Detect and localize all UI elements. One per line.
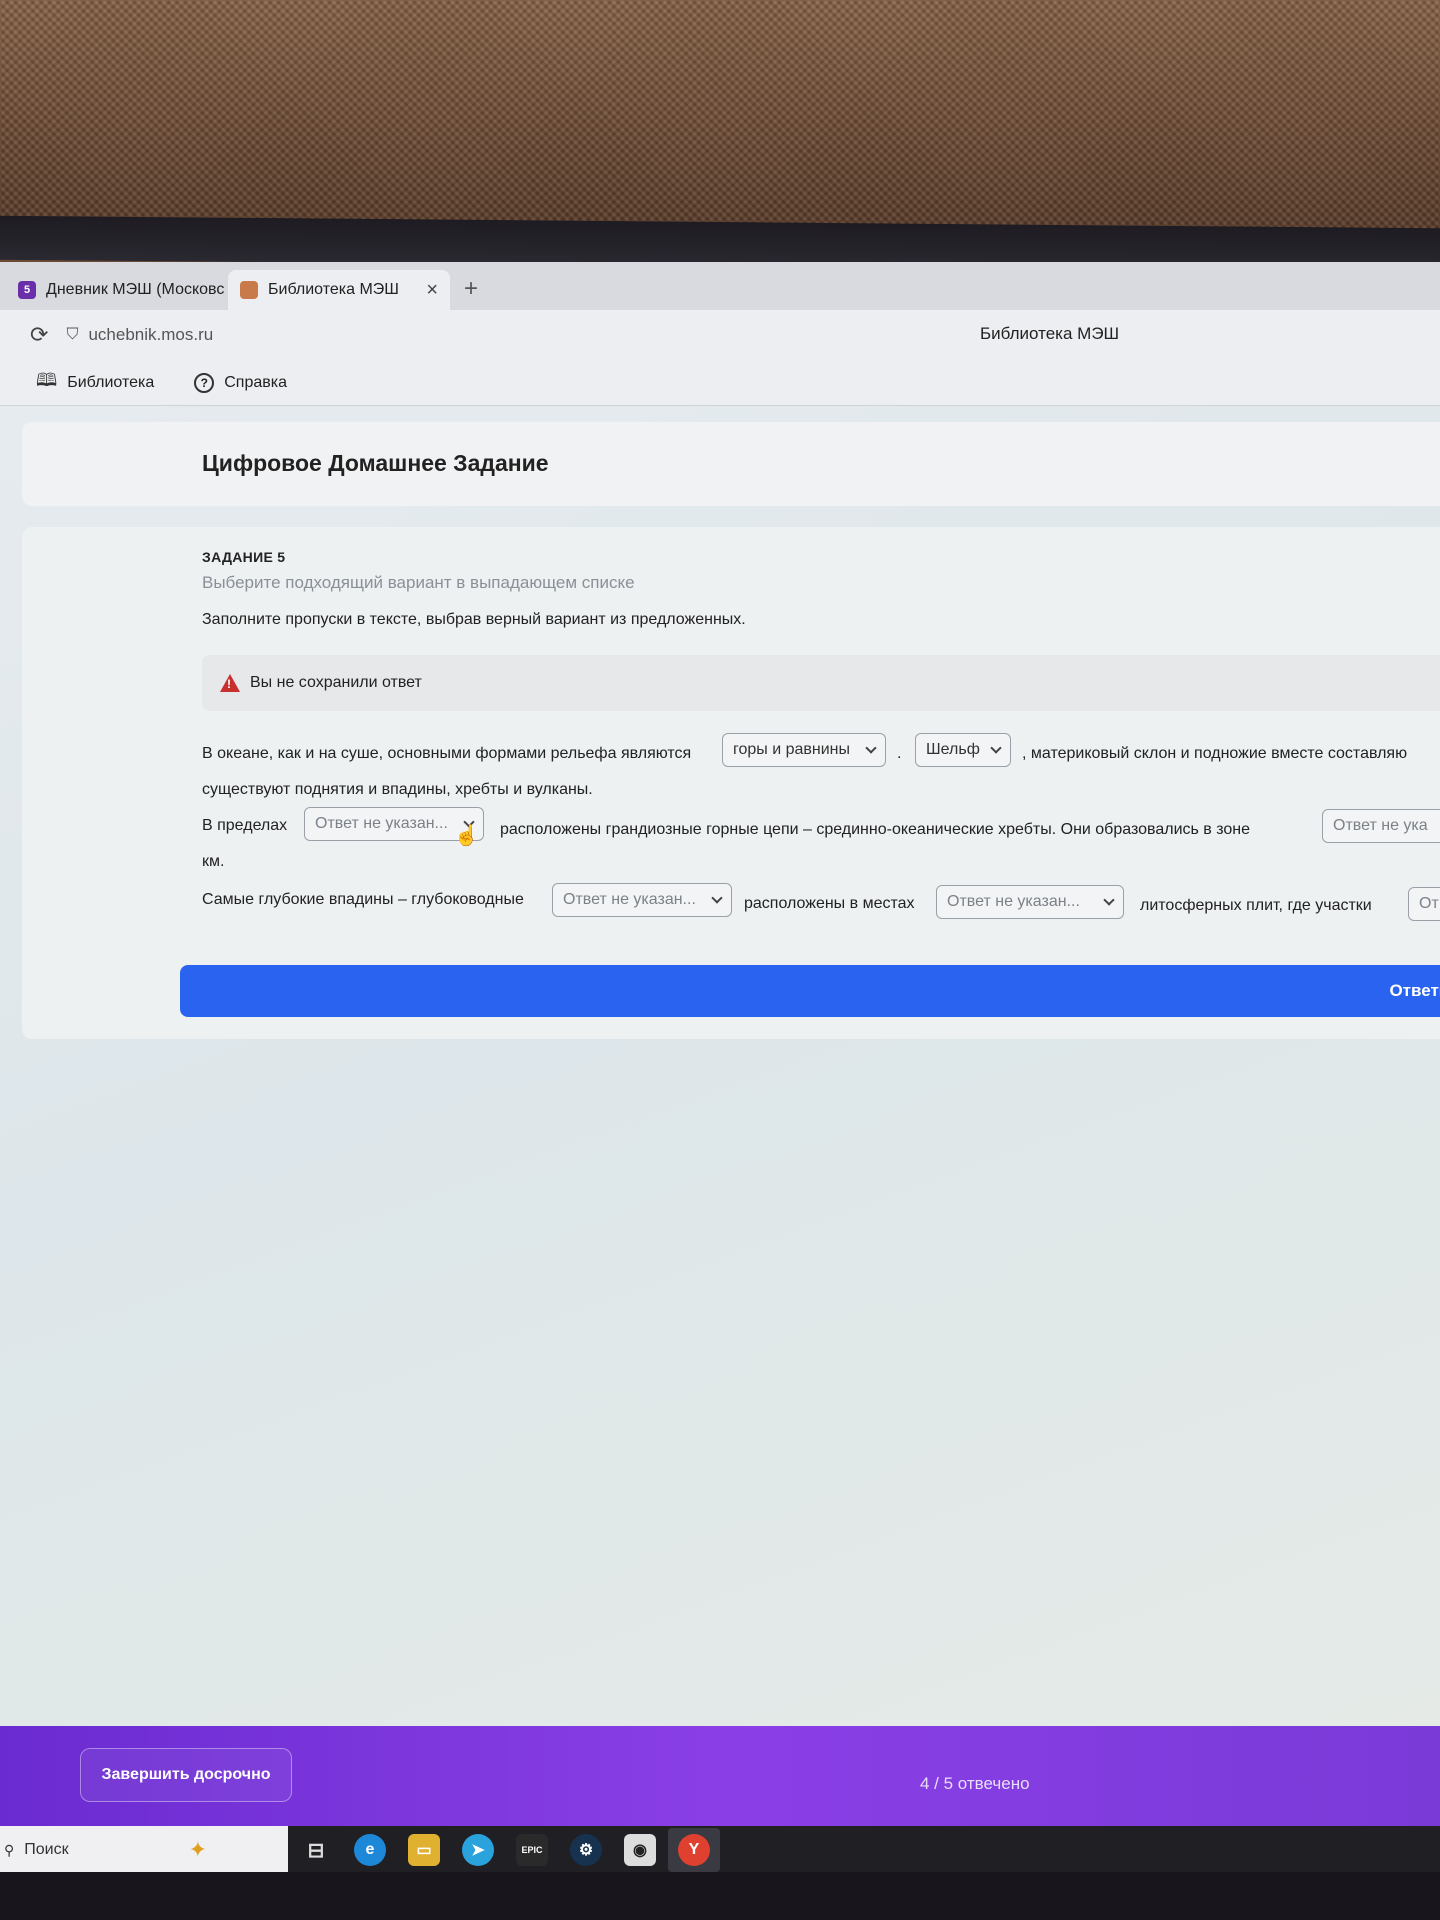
app-icon[interactable]: ◉ [624,1834,656,1866]
windows-taskbar: ⚲ Поиск ✦ ⊟ e ▭ ➤ EPIC ⚙ ◉ Y [0,1826,1440,1874]
help-icon: ? [194,372,215,393]
task-number: ЗАДАНИЕ 5 [202,549,286,565]
warning-text: Вы не сохранили ответ [250,674,422,691]
browser-tab-bar: 5 Дневник МЭШ (Московс Библиотека МЭШ × … [0,262,1440,310]
hand-cursor-icon: ☝ [454,825,479,847]
sentence-1-end: , материковый склон и подножие вместе со… [1022,745,1408,762]
task-view-icon[interactable]: ⊟ [300,1834,332,1866]
sentence-5-start: Самые глубокие впадины – глубоководные [202,891,524,908]
sentence-1-start: В океане, как и на суше, основными форма… [202,745,692,762]
sentence-4: км. [202,853,225,870]
tab-library[interactable]: Библиотека МЭШ × [228,270,450,310]
copilot-sparkle-icon: ✦ [188,1837,208,1862]
dropdown-7[interactable]: От [1408,887,1440,921]
screen: 5 Дневник МЭШ (Московс Библиотека МЭШ × … [0,262,1440,1874]
edge-icon[interactable]: e [354,1834,386,1866]
close-tab-icon[interactable]: × [426,279,438,302]
monitor-bezel-bottom [0,1872,1440,1920]
sentence-5-end: литосферных плит, где участки [1140,897,1372,914]
steam-icon[interactable]: ⚙ [570,1834,602,1866]
dropdown-5-value: Ответ не указан... [563,891,696,908]
shield-icon: ⛉ [66,326,79,343]
chevron-down-icon [865,742,877,754]
answer-button-label: Ответить [1389,981,1440,1000]
file-explorer-icon[interactable]: ▭ [408,1834,440,1866]
dropdown-5[interactable]: Ответ не указан... [552,883,732,917]
task-card: ЗАДАНИЕ 5 Выберите подходящий вариант в … [22,527,1440,1039]
url-text: uchebnik.mos.ru [88,325,214,344]
sentence-5-mid: расположены в местах [744,895,915,912]
dropdown-1-value: горы и равнины [733,741,851,758]
dropdown-7-value: От [1419,895,1439,912]
warning-icon [220,674,240,692]
dropdown-2-value: Шельф [926,741,980,758]
book-icon: 🕮 [36,369,58,390]
dropdown-6-value: Ответ не указан... [947,893,1080,910]
answer-button[interactable]: Ответить [180,965,1440,1017]
task-hint: Выберите подходящий вариант в выпадающем… [202,573,635,592]
telegram-icon[interactable]: ➤ [462,1834,494,1866]
bookmark-library-label: Библиотека [67,373,155,391]
dropdown-1[interactable]: горы и равнины [722,733,886,767]
chevron-down-icon [711,892,723,904]
dropdown-3-value: Ответ не указан... [315,815,448,832]
taskbar-search[interactable]: ⚲ Поиск ✦ [0,1826,288,1874]
tab-diary-label: Дневник МЭШ (Московс [46,281,225,298]
bookmark-help[interactable]: ? Справка [194,372,287,393]
dropdown-6[interactable]: Ответ не указан... [936,885,1124,919]
unsaved-warning: Вы не сохранили ответ [202,655,1440,711]
dropdown-2[interactable]: Шельф [915,733,1011,767]
mesh-favicon-icon: 5 [18,281,36,299]
chevron-down-icon [1103,894,1115,906]
header-card: Цифровое Домашнее Задание [22,422,1440,506]
page-title: Цифровое Домашнее Задание [202,450,549,476]
sentence-3-start: В пределах [202,817,288,834]
sentence-3-mid: расположены грандиозные горные цепи – ср… [500,821,1251,838]
dropdown-4[interactable]: Ответ не ука [1322,809,1440,843]
progress-counter: 4 / 5 отвечено [920,1774,1030,1793]
address-bar: ⟳ ⛉ uchebnik.mos.ru Библиотека МЭШ [0,310,1440,360]
finish-early-button[interactable]: Завершить досрочно [80,1748,292,1802]
separator-dot: . [897,745,902,762]
taskbar-search-label: Поиск [24,1841,69,1858]
reload-icon[interactable]: ⟳ [30,322,48,348]
bookmarks-bar: 🕮 Библиотека ? Справка [0,360,1440,406]
window-title: Библиотека МЭШ [980,324,1120,343]
background-fabric [0,0,1440,235]
bookmark-library[interactable]: 🕮 Библиотека [36,368,154,398]
url-field[interactable]: ⛉ uchebnik.mos.ru [66,325,213,345]
yandex-browser-icon[interactable]: Y [678,1834,710,1866]
epic-games-icon[interactable]: EPIC [516,1834,548,1866]
chevron-down-icon [990,742,1002,754]
new-tab-button[interactable]: + [456,274,486,304]
search-icon: ⚲ [4,1841,15,1858]
tab-library-label: Библиотека МЭШ [268,281,399,298]
library-favicon-icon [240,281,258,299]
dropdown-4-value: Ответ не ука [1333,817,1428,834]
tab-diary[interactable]: 5 Дневник МЭШ (Московс [6,270,228,310]
sentence-2: существуют поднятия и впадины, хребты и … [202,781,593,798]
bookmark-help-label: Справка [224,373,287,391]
quiz-footer: Завершить досрочно 4 / 5 отвечено [0,1726,1440,1826]
task-instruction: Заполните пропуски в тексте, выбрав верн… [202,611,746,628]
